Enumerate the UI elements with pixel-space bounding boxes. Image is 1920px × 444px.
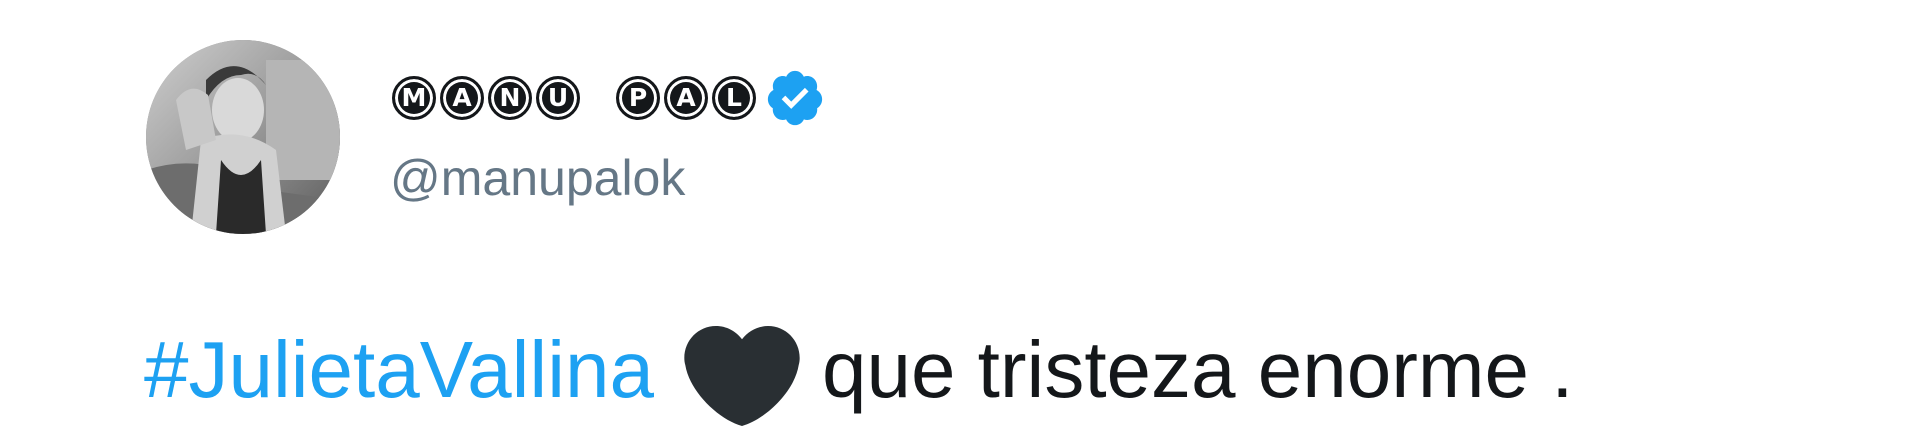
author-handle[interactable]: @manupalok xyxy=(390,148,685,208)
avatar-photo xyxy=(146,40,340,234)
tweet-text: #JulietaVallina que tristeza enorme . xyxy=(144,318,1574,426)
name-letter: A xyxy=(440,76,484,120)
name-letter: N xyxy=(488,76,532,120)
name-letter: U xyxy=(536,76,580,120)
avatar[interactable] xyxy=(146,40,340,234)
author-name-row[interactable]: M A N U P A L xyxy=(392,70,826,126)
tweet-body: que tristeza enorme . xyxy=(821,325,1574,414)
name-letter: M xyxy=(392,76,436,120)
name-letter: A xyxy=(664,76,708,120)
tweet-card: M A N U P A L @manupalok #JulietaVallina… xyxy=(0,0,1920,444)
name-letter: P xyxy=(616,76,660,120)
black-heart-icon xyxy=(684,326,800,426)
display-name[interactable]: M A N U P A L xyxy=(392,76,756,120)
verified-badge-icon xyxy=(767,70,823,126)
hashtag-link[interactable]: #JulietaVallina xyxy=(144,324,654,416)
name-letter: L xyxy=(712,76,756,120)
